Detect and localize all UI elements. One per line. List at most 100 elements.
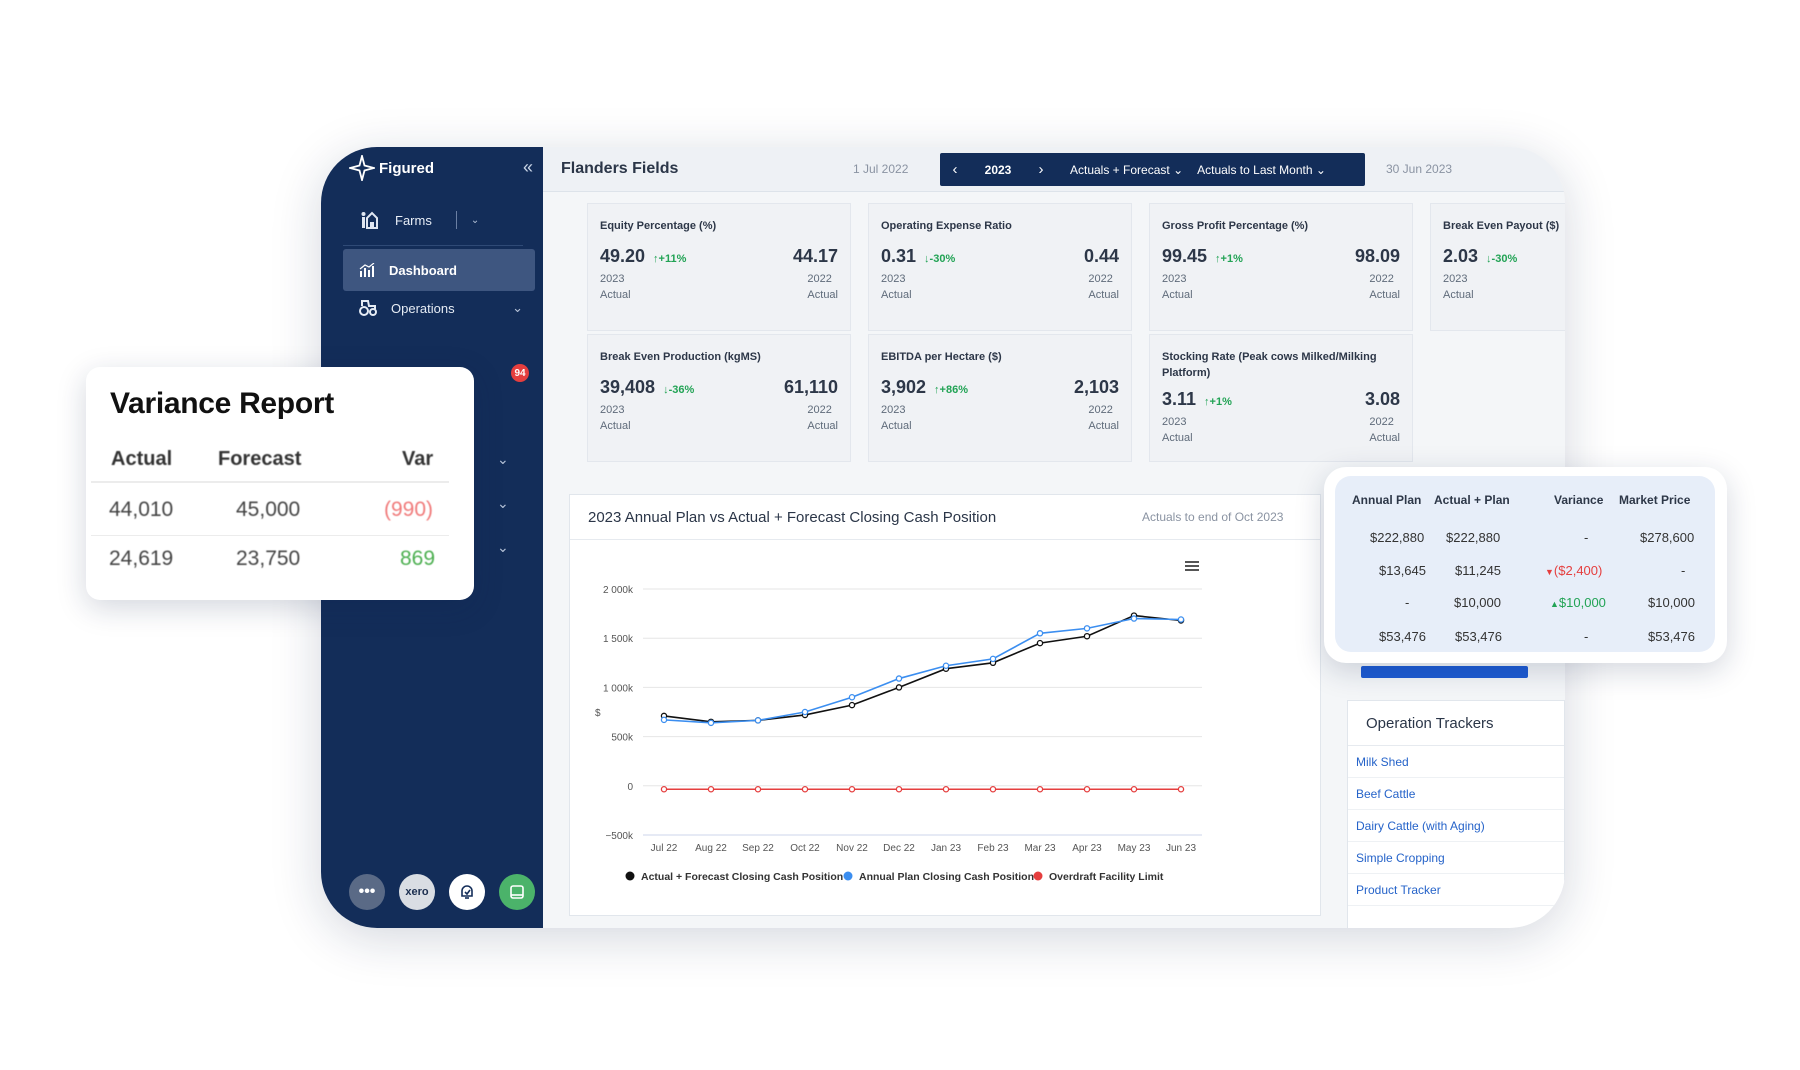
data-point (1036, 639, 1044, 647)
more-options-button[interactable]: ••• (349, 874, 385, 910)
year-label[interactable]: 2023 (970, 163, 1026, 177)
caret-up-icon: ▲ (1550, 599, 1559, 609)
actuals-range-label: Actuals to Last Month (1197, 162, 1313, 177)
figured-logo-icon (349, 155, 375, 181)
column-header-variance: Variance (1554, 493, 1604, 507)
legend-label: Overdraft Facility Limit (1049, 871, 1164, 883)
cell-actual: 44,010 (109, 498, 174, 521)
farm-icon (361, 211, 378, 229)
divider (91, 535, 449, 536)
legend-label: Annual Plan Closing Cash Position (859, 871, 1034, 883)
kpi-card-ebitda[interactable]: EBITDA per Hectare ($) 3,902 ↑+86% 2,103 2… (868, 334, 1132, 462)
kpi-current-year: 2023 (1162, 416, 1187, 428)
kpi-prior-year: 2022 (807, 273, 832, 285)
cell-variance: (990) (384, 498, 434, 521)
sidebar-bottom-actions: ••• xero (349, 874, 535, 910)
farm-selector[interactable]: Farms ⌄ (361, 207, 511, 233)
alerts-button[interactable] (449, 874, 485, 910)
cell-forecast: 23,750 (236, 547, 301, 570)
kpi-prior-value: 44.17 (792, 246, 838, 266)
x-tick-label: Dec 22 (883, 843, 915, 854)
action-button[interactable] (1361, 666, 1528, 678)
divider (455, 211, 457, 229)
kpi-prior-label: Actual (1369, 289, 1400, 301)
legend-label: Actual + Forecast Closing Cash Position (641, 871, 843, 883)
data-point (707, 785, 715, 793)
kpi-prior-value: 3.08 (1364, 389, 1400, 409)
cell-forecast: 45,000 (236, 498, 301, 521)
kpi-current-label: Actual (881, 289, 912, 301)
data-point (1083, 785, 1091, 793)
x-tick-label: Oct 22 (790, 843, 820, 854)
x-tick-label: Jul 22 (651, 843, 678, 854)
data-point (942, 662, 950, 670)
chevron-down-icon[interactable]: ⌄ (497, 495, 509, 512)
legend-marker (625, 871, 635, 881)
cell-variance: ▼($2,400) (1545, 563, 1603, 578)
cell-annual-plan: $222,880 (1370, 530, 1425, 545)
kpi-title: Operating Expense Ratio (881, 220, 1012, 232)
kpi-prior-year: 2022 (1369, 273, 1394, 285)
kpi-change: ↑+1% (1204, 396, 1232, 408)
kpi-card-break-even-payout[interactable]: Break Even Payout ($) 2.03 ↓-30% 2023 Actu… (1430, 203, 1565, 331)
data-point (848, 785, 856, 793)
xero-button[interactable]: xero (399, 874, 435, 910)
cell-variance: 869 (400, 547, 436, 570)
kpi-change: ↑+1% (1215, 253, 1243, 265)
tracker-link-milk-shed[interactable]: Milk Shed (1348, 746, 1564, 778)
variance-report-card: Variance Report Actual Forecast Var 44,0… (86, 367, 474, 600)
series-line (663, 617, 1182, 724)
x-tick-label: Aug 22 (695, 843, 727, 854)
page-title: Flanders Fields (561, 160, 679, 177)
kpi-current-value: 0.31 (881, 246, 917, 266)
kpi-card-equity[interactable]: Equity Percentage (%) 49.20 ↑+11% 44.17 20… (587, 203, 851, 331)
data-point (1177, 616, 1185, 623)
chart-menu-icon[interactable] (1185, 561, 1199, 571)
kpi-title: Stocking Rate (Peak cows Milked/Milking … (1162, 351, 1377, 379)
legend-marker (843, 871, 853, 881)
tracker-link-beef-cattle[interactable]: Beef Cattle (1348, 778, 1564, 810)
view-mode-dropdown[interactable]: Actuals + Forecast ⌄ (1056, 163, 1183, 177)
data-point (754, 785, 762, 793)
chart-title: 2023 Annual Plan vs Actual + Forecast Cl… (588, 509, 997, 526)
kpi-card-stocking-rate[interactable]: Stocking Rate (Peak cows Milked/Milking … (1149, 334, 1413, 462)
chevron-down-icon[interactable]: ⌄ (497, 539, 509, 556)
cell-actual-plan: $53,476 (1455, 629, 1502, 644)
cell-variance: - (1584, 530, 1589, 545)
kpi-card-operating-expense[interactable]: Operating Expense Ratio 0.31 ↓-30% 0.44 20… (868, 203, 1132, 331)
sidebar-item-dashboard[interactable]: Dashboard (343, 249, 535, 291)
sidebar-item-operations[interactable]: Operations ⌄ (343, 287, 535, 329)
panel-title: Operation Trackers (1348, 701, 1564, 746)
kpi-card-gross-profit[interactable]: Gross Profit Percentage (%) 99.45 ↑+1% 98.… (1149, 203, 1413, 331)
notes-button[interactable] (499, 874, 535, 910)
data-point (1130, 615, 1138, 622)
series-line (663, 614, 1182, 723)
data-point (801, 708, 809, 716)
tracker-link-simple-cropping[interactable]: Simple Cropping (1348, 842, 1564, 874)
chevron-left-icon[interactable]: ‹ (940, 161, 970, 178)
cell-annual-plan: $53,476 (1379, 629, 1426, 644)
data-point (895, 675, 903, 682)
kpi-change: ↑+86% (934, 384, 968, 396)
chevron-down-icon[interactable]: ⌄ (497, 451, 509, 468)
column-header-var: Var (402, 448, 434, 470)
x-tick-label: May 23 (1118, 843, 1151, 854)
plan-comparison-card: Annual Plan Actual + Plan Variance Marke… (1324, 467, 1727, 663)
data-point (707, 719, 715, 727)
brand-logo[interactable]: Figured (349, 155, 434, 181)
kpi-prior-year: 2022 (1088, 273, 1113, 285)
y-tick-label: 500k (611, 733, 634, 744)
chevron-right-icon[interactable]: › (1026, 161, 1056, 178)
data-point (989, 785, 997, 793)
kpi-title: EBITDA per Hectare ($) (881, 351, 1002, 363)
tracker-link-dairy-cattle[interactable]: Dairy Cattle (with Aging) (1348, 810, 1564, 842)
collapse-sidebar-icon[interactable]: « (523, 157, 533, 178)
chart-note: Actuals to end of Oct 2023 (1142, 510, 1284, 524)
kpi-prior-year: 2022 (1088, 404, 1113, 416)
actuals-range-dropdown[interactable]: Actuals to Last Month ⌄ (1183, 163, 1326, 177)
kpi-card-break-even-production[interactable]: Break Even Production (kgMS) 39,408 ↓-36%… (587, 334, 851, 462)
bell-check-icon (461, 885, 473, 899)
data-point (1130, 785, 1138, 793)
kpi-current-label: Actual (1162, 432, 1193, 444)
tracker-link-product-tracker[interactable]: Product Tracker (1348, 874, 1564, 906)
